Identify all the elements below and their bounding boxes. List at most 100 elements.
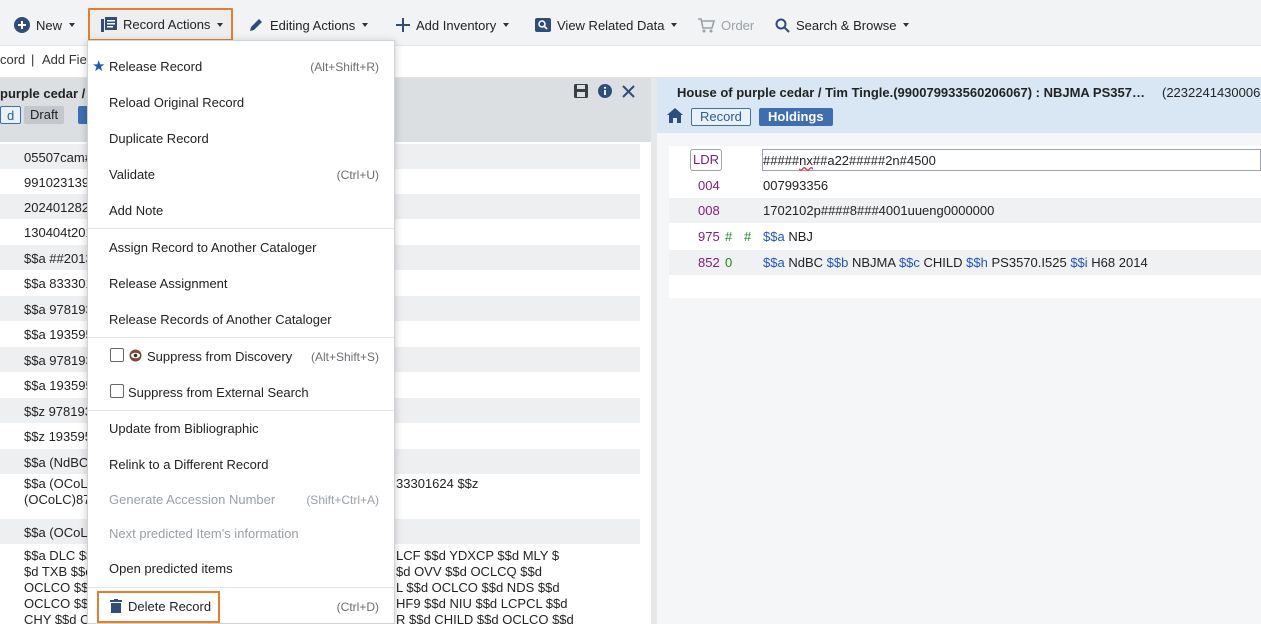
draft-chip[interactable]: Draft [24, 106, 65, 124]
menu-item-label: Reload Original Record [109, 95, 245, 110]
editing-actions-label: Editing Actions [270, 17, 356, 33]
menu-item-relink-record[interactable]: Relink to a Different Record [88, 447, 394, 481]
add-inventory-button[interactable]: Add Inventory [396, 10, 510, 40]
search-browse-label: Search & Browse [796, 17, 897, 33]
menu-item-duplicate-record[interactable]: Duplicate Record [88, 121, 394, 155]
menu-item-add-note[interactable]: Add Note [88, 193, 394, 227]
menu-item-label: Update from Bibliographic [109, 421, 259, 436]
editing-actions-button[interactable]: Editing Actions [248, 10, 369, 40]
menu-item-next-predicted-item[interactable]: Next predicted Item's information [88, 516, 394, 550]
tab-holdings[interactable]: Holdings [759, 108, 833, 126]
tab-record[interactable]: Record [691, 108, 751, 126]
new-button[interactable]: New [14, 10, 76, 40]
save-icon[interactable] [574, 84, 588, 101]
subfield-value: NBJMA [851, 255, 896, 270]
menu-item-shortcut: (Alt+Shift+R) [310, 60, 379, 74]
menu-item-shortcut: (Ctrl+U) [336, 168, 379, 182]
close-icon[interactable] [622, 84, 635, 101]
record-actions-button[interactable]: Record Actions [88, 8, 233, 41]
menu-item-assign-record[interactable]: Assign Record to Another Cataloger [88, 230, 394, 264]
subfield-code: $$b [826, 255, 849, 270]
pencil-icon [248, 17, 264, 33]
view-related-data-label: View Related Data [557, 17, 665, 33]
menu-item-suppress-from-discovery[interactable]: Suppress from Discovery (Alt+Shift+S) [88, 339, 394, 373]
menu-item-shortcut: (Ctrl+D) [336, 600, 379, 614]
search-browse-button[interactable]: Search & Browse [775, 10, 910, 40]
marc-tag: 004 [698, 178, 720, 193]
left-record-title: purple cedar / T [0, 86, 97, 101]
marc-value: $$a NBJ [763, 229, 813, 244]
menu-item-open-predicted-items[interactable]: Open predicted items [88, 551, 394, 585]
menu-item-release-record[interactable]: ★ Release Record (Alt+Shift+R) [88, 49, 394, 83]
menu-item-label: Release Records of Another Cataloger [109, 312, 332, 327]
list-item-tail: 33301624 $$z [396, 476, 479, 491]
list-item-tail: $d OVV $$d OCLCQ $$d [396, 564, 542, 579]
suppress-discovery-checkbox[interactable] [110, 348, 124, 362]
menu-item-reload-original-record[interactable]: Reload Original Record [88, 85, 394, 119]
search-box-icon [535, 18, 551, 32]
record-actions-menu: ★ Release Record (Alt+Shift+R) Reload Or… [87, 40, 395, 624]
suppress-external-checkbox[interactable] [110, 384, 124, 398]
marc-value: 007993356 [763, 178, 829, 193]
right-record-id: (2232241430006 [1162, 85, 1261, 100]
subfield-code: $$i [1070, 255, 1088, 270]
subfield-value: NdBC [788, 255, 824, 270]
marc-row[interactable]: 975 # # $$a NBJ [669, 224, 1261, 249]
menu-item-label: Release Record [109, 59, 203, 74]
separator: | [31, 52, 35, 67]
marc-row[interactable]: 852 0 $$a NdBC $$b NBJMA $$c CHILD $$h P… [669, 250, 1261, 275]
menu-item-update-from-bibliographic[interactable]: Update from Bibliographic [88, 411, 394, 445]
menu-item-label: Duplicate Record [109, 131, 209, 146]
subfield-value: PS3570.I525 [991, 255, 1067, 270]
menu-separator [88, 587, 394, 588]
menu-item-label: Suppress from Discovery [147, 349, 293, 364]
left-tab-chip[interactable]: d [0, 106, 22, 124]
view-related-data-button[interactable]: View Related Data [535, 10, 678, 40]
marc-editor: LDR #####nx##a22#####2n#4500 004 0079933… [669, 146, 1261, 298]
home-icon[interactable] [667, 108, 683, 126]
add-field-link[interactable]: Add Fie [42, 52, 87, 67]
ldr-value-c: ##a22#####2n#4500 [812, 153, 936, 168]
eye-icon [129, 349, 142, 365]
menu-item-validate[interactable]: Validate (Ctrl+U) [88, 157, 394, 191]
list-item-text: OCLCO $$ [24, 580, 89, 595]
menu-item-generate-accession-number[interactable]: Generate Accession Number (Shift+Ctrl+A) [88, 482, 394, 516]
subfield-code: $$h [966, 255, 988, 270]
marc-tag: 975 [698, 229, 720, 244]
list-item-tail: LCF $$d YDXCP $$d MLY $ [396, 548, 560, 563]
menu-item-label: Relink to a Different Record [109, 457, 269, 472]
star-icon: ★ [92, 58, 106, 75]
menu-item-label: Suppress from External Search [128, 385, 309, 400]
ldr-tag[interactable]: LDR [690, 149, 722, 171]
list-item-tail: R $$d CHILD $$d OCLCQ $$d [396, 612, 574, 624]
order-button[interactable]: Order [698, 10, 754, 40]
marc-value: 1702102p####8###4001uueng0000000 [763, 203, 995, 218]
marc-indicator-1: 0 [725, 255, 733, 270]
left-panel-icons [574, 84, 635, 101]
list-item-text: OCLCO $$ [24, 596, 89, 611]
list-item-tail: L $$d OCLCO $$d NDS $$d [396, 580, 560, 595]
ldr-value-field[interactable]: #####nx##a22#####2n#4500 [762, 149, 1261, 171]
menu-item-suppress-from-external-search[interactable]: Suppress from External Search [88, 375, 394, 409]
info-icon[interactable] [598, 84, 612, 101]
menu-item-label: Release Assignment [109, 276, 228, 291]
chevron-down-icon [503, 23, 510, 27]
menu-item-release-assignment[interactable]: Release Assignment [88, 266, 394, 300]
plus-icon [396, 18, 410, 32]
order-label: Order [721, 17, 755, 33]
menu-item-release-records-of-another-cataloger[interactable]: Release Records of Another Cataloger [88, 302, 394, 336]
menu-item-label: Assign Record to Another Cataloger [109, 240, 317, 255]
marc-value: $$a NdBC $$b NBJMA $$c CHILD $$h PS3570.… [763, 255, 1148, 270]
list-item-tail: HF9 $$d NIU $$d LCPCL $$d [396, 596, 568, 611]
ldr-value-a: ##### [763, 153, 800, 168]
chevron-down-icon [69, 23, 76, 27]
subfield-value: CHILD [923, 255, 963, 270]
marc-row[interactable]: 008 1702102p####8###4001uueng0000000 [669, 198, 1261, 223]
search-icon [775, 18, 790, 33]
subfield-code: $$a [763, 229, 785, 244]
subfield-value: NBJ [788, 229, 813, 244]
marc-row[interactable]: 004 007993356 [669, 173, 1261, 198]
marc-indicator-1: # [725, 229, 733, 244]
record-link[interactable]: cord [0, 52, 25, 67]
records-icon [101, 17, 117, 32]
